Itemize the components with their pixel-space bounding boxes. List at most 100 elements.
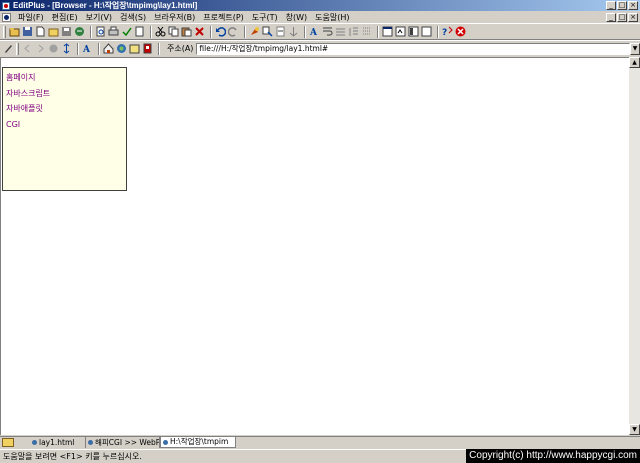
tab-lay1-html[interactable]: lay1.html — [30, 437, 86, 448]
title-bar[interactable]: EditPlus - [Browser - H:\작업장\tmpimg\lay1… — [0, 0, 640, 11]
directory-icon[interactable] — [421, 26, 432, 37]
wordwrap-icon[interactable] — [322, 26, 333, 37]
menu-browser[interactable]: 브라우저(B) — [150, 12, 199, 23]
forward-icon[interactable] — [35, 43, 46, 54]
tab-label: H:\작업장\tmpim — [170, 437, 229, 446]
maximize-button[interactable]: □ — [617, 1, 627, 10]
open-icon[interactable] — [9, 26, 20, 37]
toolbar-separator — [377, 25, 379, 38]
goto-icon[interactable] — [275, 26, 286, 37]
tab-active-browser[interactable]: H:\작업장\tmpim — [160, 437, 236, 448]
scroll-up-button[interactable]: ▲ — [629, 57, 640, 68]
address-label: 주소(A) — [166, 44, 194, 53]
sort-icon[interactable] — [288, 26, 299, 37]
tab-label: lay1.html — [39, 437, 75, 447]
undo-icon[interactable] — [215, 26, 226, 37]
save-all-icon[interactable] — [61, 26, 72, 37]
spell-icon[interactable] — [121, 26, 132, 37]
home-icon[interactable] — [103, 43, 114, 54]
link-homepage[interactable]: 홈페이지 — [6, 70, 123, 86]
paste-icon[interactable] — [181, 26, 192, 37]
link-java-applet[interactable]: 자바애플릿 — [6, 101, 123, 117]
stop-icon[interactable] — [455, 26, 466, 37]
tab-happycgi-webpr[interactable]: 해피CGI >> WebPr — [86, 437, 160, 448]
toolbar-separator — [210, 25, 212, 38]
toolbar-separator — [244, 25, 246, 38]
page-icon[interactable] — [134, 26, 145, 37]
toolbar-separator — [90, 25, 92, 38]
favorites-icon[interactable] — [116, 43, 127, 54]
menu-file[interactable]: 파일(F) — [14, 12, 48, 23]
document-view-icon[interactable] — [129, 43, 140, 54]
toolbar-grip[interactable] — [3, 25, 6, 38]
document-system-icon[interactable] — [2, 12, 11, 22]
status-text: 도움말을 보려면 <F1> 키를 누르십시오. — [3, 452, 142, 461]
menu-view[interactable]: 보기(V) — [82, 12, 116, 23]
menu-edit[interactable]: 편집(E) — [48, 12, 82, 23]
menu-project[interactable]: 프로젝트(P) — [199, 12, 248, 23]
document-window-controls: _ □ × — [606, 13, 638, 22]
back-icon[interactable] — [22, 43, 33, 54]
window-icon[interactable] — [382, 26, 393, 37]
redo-icon[interactable] — [228, 26, 239, 37]
pen-icon[interactable] — [3, 43, 14, 54]
delete-icon[interactable] — [194, 26, 205, 37]
document-tab-bar: lay1.html 해피CGI >> WebPr H:\작업장\tmpim — [0, 436, 640, 448]
window-controls: _ □ × — [606, 1, 638, 10]
toolbar-separator — [97, 42, 100, 55]
browser-tab-icon — [32, 440, 37, 445]
vertical-scrollbar[interactable]: ▲ ▼ — [629, 57, 640, 435]
folder-icon[interactable] — [2, 438, 14, 447]
stop-load-icon[interactable] — [48, 43, 59, 54]
link-javascript[interactable]: 자바스크립트 — [6, 86, 123, 102]
cut-icon[interactable] — [155, 26, 166, 37]
browser-tab-icon — [163, 439, 168, 445]
ruler-icon[interactable] — [335, 26, 346, 37]
address-input[interactable]: file:///H:/작업장/tmpimg/lay1.html# — [196, 42, 631, 55]
ftp-icon[interactable] — [74, 26, 85, 37]
print-preview-icon[interactable] — [95, 26, 106, 37]
find-icon[interactable] — [249, 26, 260, 37]
window-title: EditPlus - [Browser - H:\작업장\tmpimg\lay1… — [13, 1, 198, 10]
open-folder-icon[interactable] — [48, 26, 59, 37]
line-number-icon[interactable] — [348, 26, 359, 37]
column-icon[interactable] — [361, 26, 372, 37]
browser-content: 홈페이지 자바스크립트 자바애플릿 CGI — [0, 57, 629, 435]
toolbar-grip[interactable] — [16, 42, 19, 55]
replace-icon[interactable] — [262, 26, 273, 37]
scroll-down-button[interactable]: ▼ — [629, 424, 640, 435]
copy-icon[interactable] — [168, 26, 179, 37]
svg-text:A: A — [309, 28, 318, 37]
link-cgi[interactable]: CGI — [6, 117, 123, 133]
menu-search[interactable]: 검색(S) — [116, 12, 150, 23]
close-window-button[interactable]: × — [628, 1, 638, 10]
navigation-box: 홈페이지 자바스크립트 자바애플릿 CGI — [2, 67, 127, 191]
font-size-icon[interactable]: A — [82, 43, 93, 54]
font-icon[interactable]: A — [309, 26, 320, 37]
browser-tab-icon — [88, 440, 93, 445]
svg-text:?: ? — [442, 28, 447, 37]
editplus-app-icon[interactable] — [2, 1, 10, 10]
address-dropdown-button[interactable]: ▼ — [630, 42, 640, 55]
menu-help[interactable]: 도움말(H) — [311, 12, 353, 23]
cliptext-icon[interactable] — [408, 26, 419, 37]
bookmark-icon[interactable] — [142, 43, 153, 54]
minimize-button[interactable]: _ — [606, 1, 616, 10]
doc-restore-button[interactable]: □ — [617, 13, 627, 22]
toolbar-separator — [157, 42, 160, 55]
refresh-icon[interactable] — [61, 43, 72, 54]
toolbar-separator — [437, 25, 439, 38]
help-icon[interactable]: ? — [442, 26, 453, 37]
toolbar-separator — [304, 25, 306, 38]
new-icon[interactable] — [35, 26, 46, 37]
doc-minimize-button[interactable]: _ — [606, 13, 616, 22]
menu-tools[interactable]: 도구(T) — [248, 12, 282, 23]
menu-window[interactable]: 창(W) — [282, 12, 312, 23]
doc-close-button[interactable]: × — [628, 13, 638, 22]
standard-toolbar: A ? — [0, 24, 640, 40]
browser-toolbar: A 주소(A) file:///H:/작업장/tmpimg/lay1.html#… — [0, 40, 640, 56]
print-icon[interactable] — [108, 26, 119, 37]
save-icon[interactable] — [22, 26, 33, 37]
output-icon[interactable] — [395, 26, 406, 37]
tab-label: 해피CGI >> WebPr — [95, 437, 160, 447]
